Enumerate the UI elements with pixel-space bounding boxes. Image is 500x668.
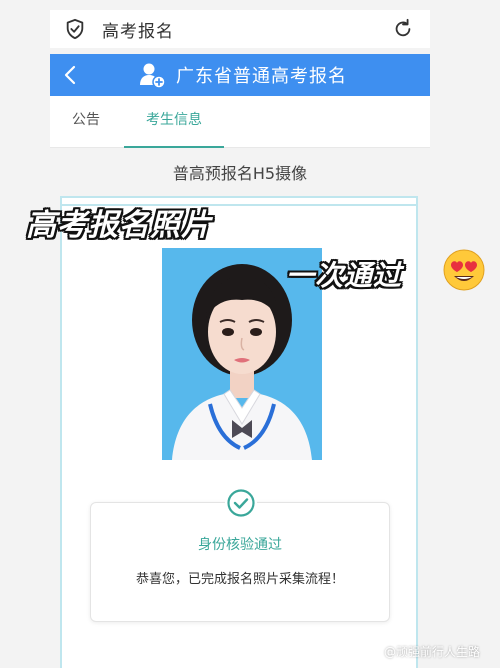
verification-result-box [90, 502, 390, 622]
check-circle-icon [225, 487, 257, 519]
browser-top-bar: 高考报名 [50, 10, 430, 48]
watermark: @顽强前行人生路 [383, 645, 480, 659]
active-tab-indicator [124, 146, 224, 148]
refresh-icon[interactable] [392, 18, 414, 40]
header-title: 广东省普通高考报名 [176, 66, 347, 87]
header-content: 广东省普通高考报名 [138, 54, 347, 96]
app-header: 广东省普通高考报名 [50, 54, 430, 96]
tab-candidate-info[interactable]: 考生信息 [124, 96, 224, 148]
verification-message: 恭喜您，已完成报名照片采集流程！ [135, 572, 344, 587]
page-title: 高考报名 [102, 21, 174, 42]
tab-notice[interactable]: 公告 [60, 96, 112, 148]
overlay-caption-title: 高考报名照片 [26, 208, 212, 243]
heart-eyes-emoji-icon [443, 249, 485, 291]
verification-status: 身份核验通过 [198, 537, 282, 553]
shield-check-icon [66, 18, 84, 40]
chevron-left-icon[interactable] [60, 62, 82, 88]
tab-bar: 公告 考生信息 [50, 96, 430, 148]
overlay-caption-pass: 一次通过 [286, 259, 403, 292]
user-plus-icon [140, 63, 166, 89]
section-subtitle: 普高预报名H5摄像 [172, 164, 308, 183]
